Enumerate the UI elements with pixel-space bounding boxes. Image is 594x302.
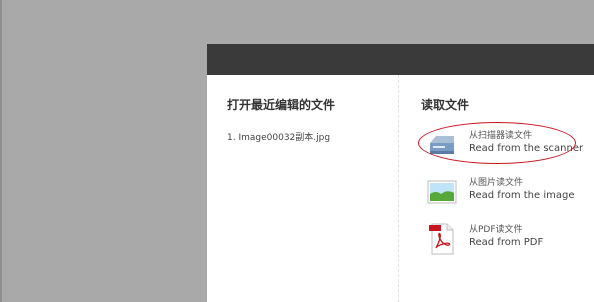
read-from-image-option[interactable]: 从图片读文件 Read from the image — [427, 175, 587, 215]
highlight-circle — [418, 122, 576, 164]
image-option-label-en: Read from the image — [469, 190, 575, 201]
column-divider — [398, 75, 399, 302]
window-edge — [0, 0, 2, 302]
image-option-label-zh: 从图片读文件 — [469, 178, 524, 188]
panel-title-bar — [207, 44, 594, 75]
recent-file-item[interactable]: 1. Image00032副本.jpg — [227, 130, 330, 143]
pdf-option-label-zh: 从PDF读文件 — [469, 225, 523, 235]
pdf-option-label-en: Read from PDF — [469, 237, 544, 248]
pdf-icon — [429, 223, 454, 255]
read-from-pdf-option[interactable]: 从PDF读文件 Read from PDF — [427, 222, 587, 262]
read-file-heading: 读取文件 — [421, 98, 470, 112]
recent-files-heading: 打开最近编辑的文件 — [227, 98, 336, 112]
open-file-panel: 打开最近编辑的文件 1. Image00032副本.jpg 读取文件 从扫描器读… — [207, 44, 594, 302]
image-icon — [427, 180, 457, 204]
